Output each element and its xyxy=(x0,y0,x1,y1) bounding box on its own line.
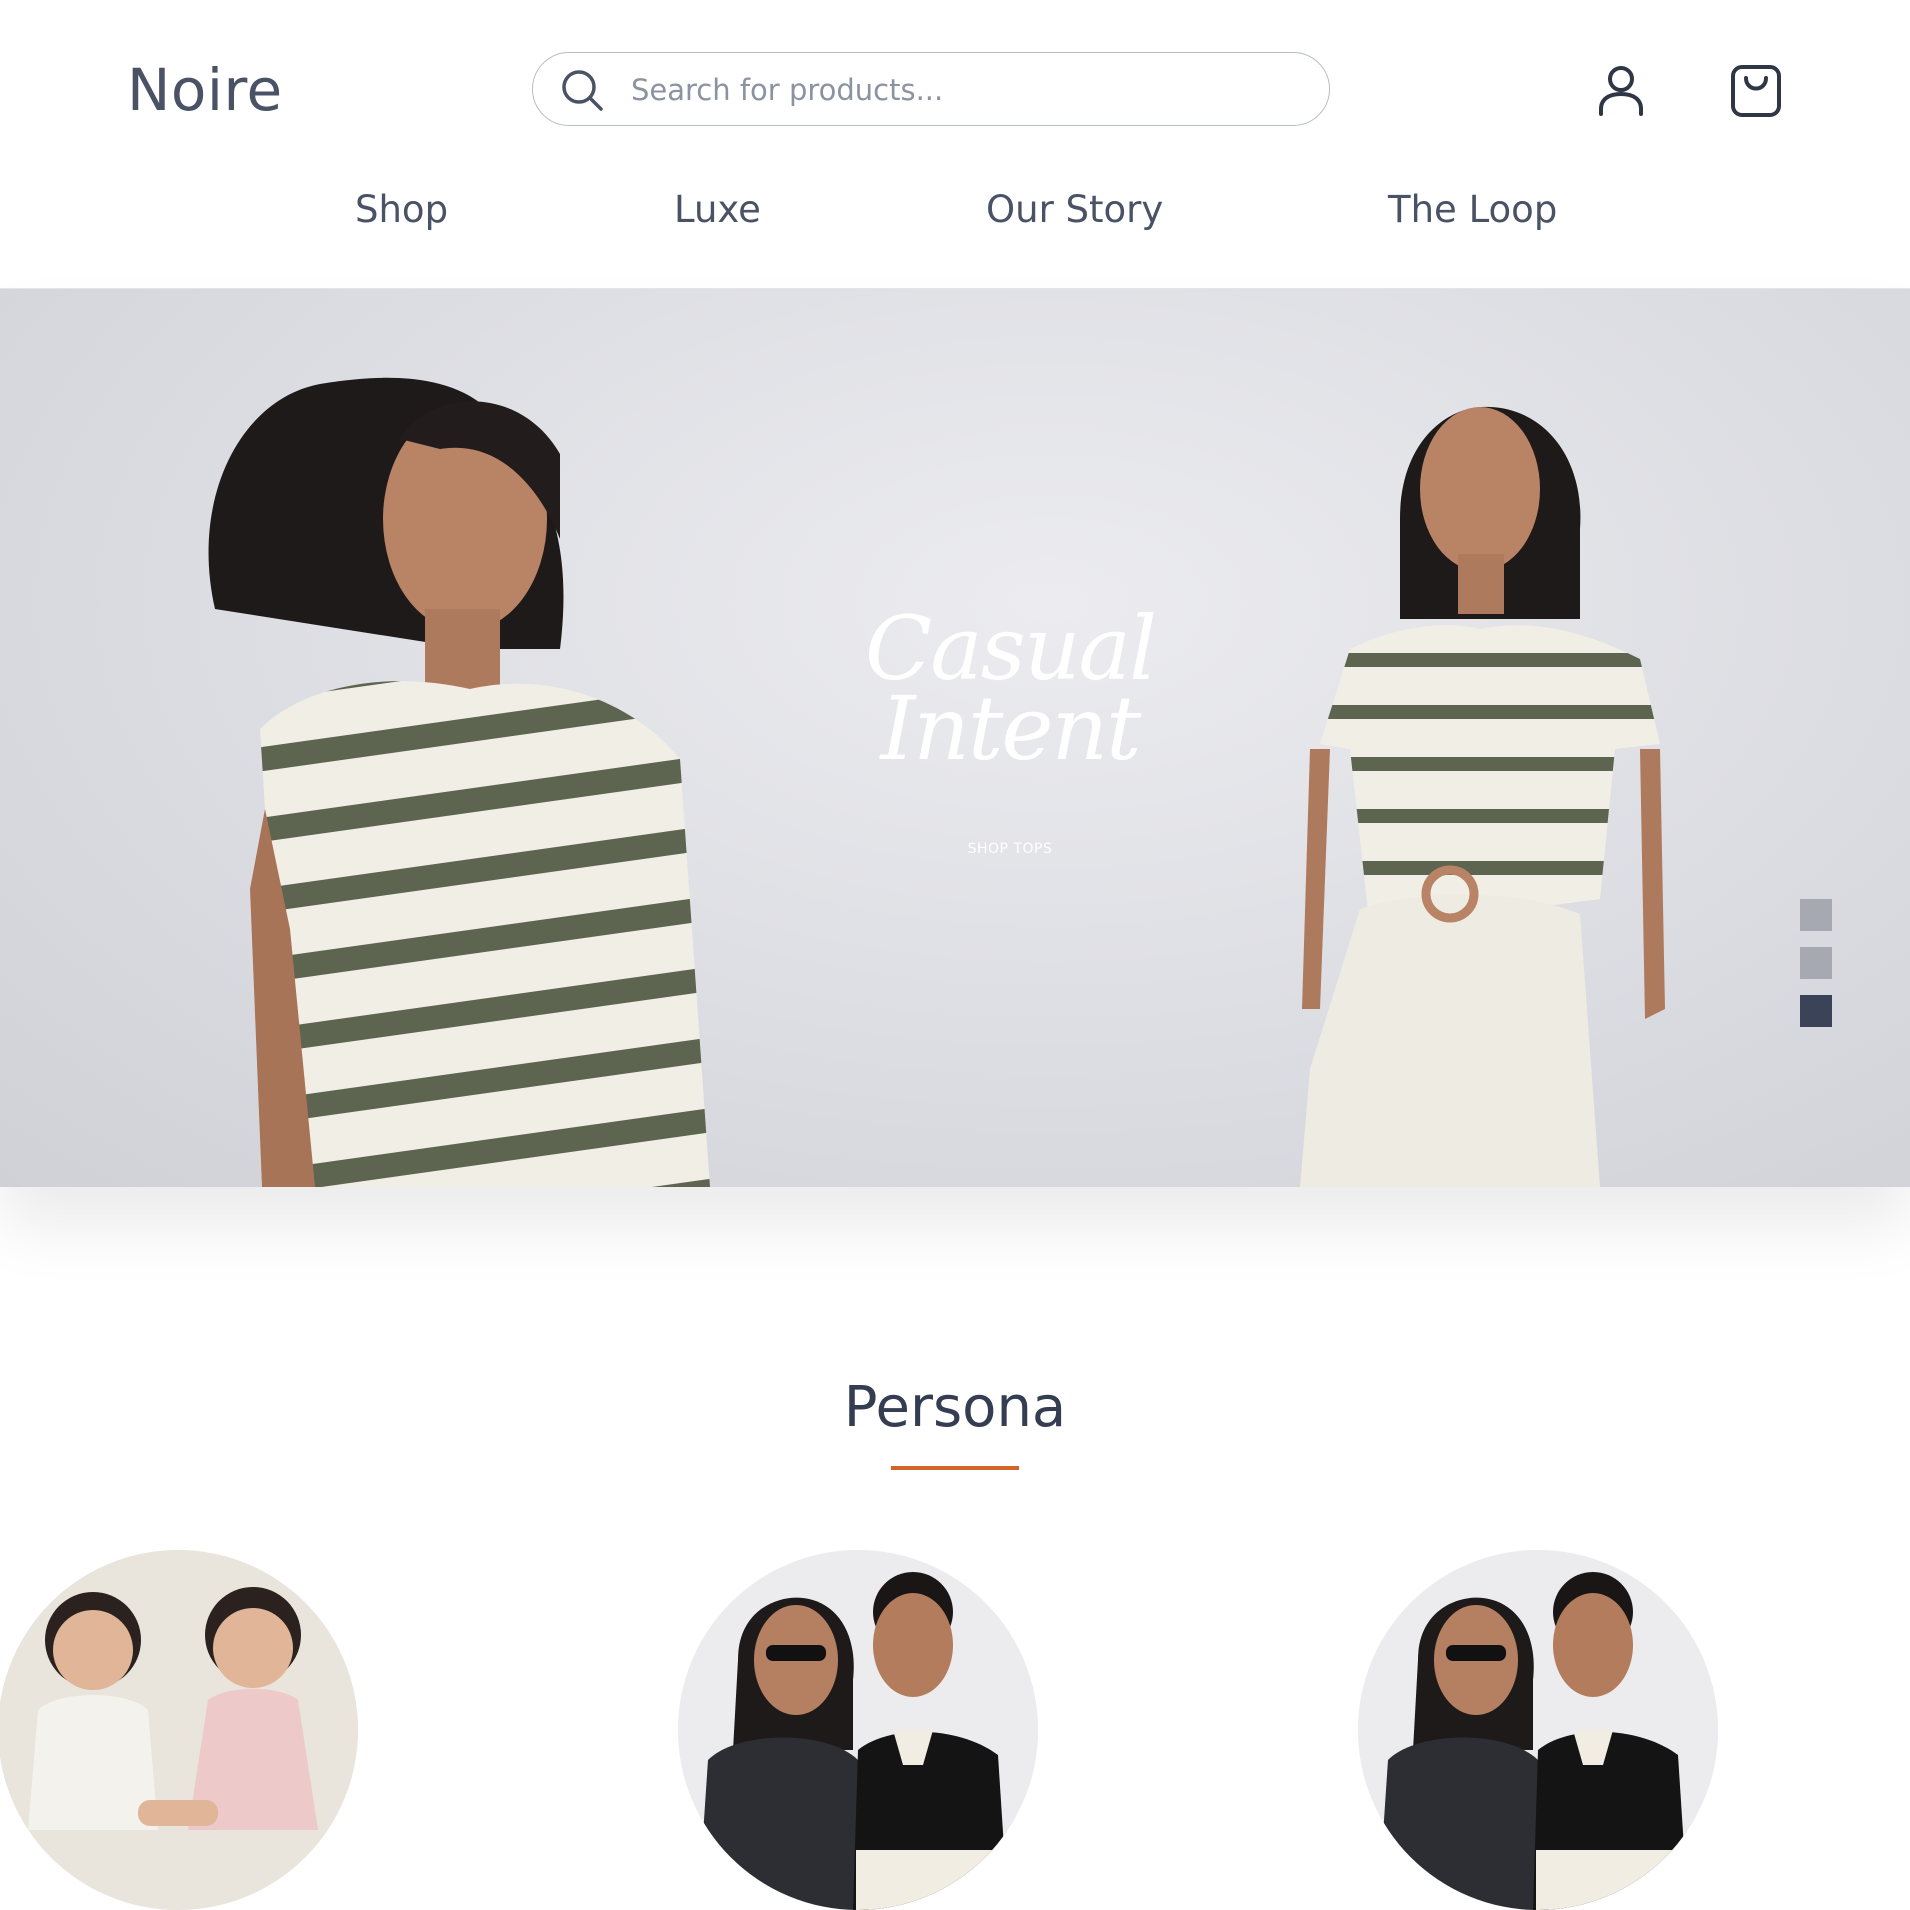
slide-dot-1[interactable] xyxy=(1800,899,1832,931)
hero-title: Casual Intent xyxy=(810,605,1210,780)
search-icon[interactable] xyxy=(559,67,605,113)
nav-shop[interactable]: Shop xyxy=(355,188,448,231)
brand-logo[interactable]: Noire xyxy=(127,52,283,128)
search-bar[interactable] xyxy=(532,52,1330,126)
persona-card-couple-2[interactable] xyxy=(1358,1550,1718,1910)
search-input[interactable] xyxy=(629,59,1313,121)
persona-kids-image xyxy=(0,1550,358,1910)
persona-couple-image xyxy=(1358,1550,1718,1910)
nav-the-loop[interactable]: The Loop xyxy=(1388,188,1557,231)
account-button[interactable] xyxy=(1588,58,1654,124)
user-icon xyxy=(1599,66,1643,116)
persona-card-couple-1[interactable] xyxy=(678,1550,1038,1910)
shopping-bag-icon xyxy=(1731,65,1781,117)
nav-luxe[interactable]: Luxe xyxy=(674,188,761,231)
nav-our-story[interactable]: Our Story xyxy=(986,188,1163,231)
shop-tops-link[interactable]: SHOP TOPS xyxy=(900,841,1120,857)
slide-dot-2[interactable] xyxy=(1800,947,1832,979)
persona-card-kids[interactable] xyxy=(0,1550,358,1910)
site-header: Noire Shop Luxe Our Story The Loop xyxy=(0,0,1910,289)
heading-underline xyxy=(891,1466,1019,1470)
slide-dot-3-active[interactable] xyxy=(1800,995,1832,1027)
main-nav: Shop Luxe Our Story The Loop xyxy=(0,180,1910,248)
persona-couple-image xyxy=(678,1550,1038,1910)
hero-title-line2: Intent xyxy=(880,677,1142,780)
cart-button[interactable] xyxy=(1723,58,1789,124)
persona-heading: Persona xyxy=(843,1375,1067,1440)
hero-banner[interactable]: Casual Intent SHOP TOPS xyxy=(0,289,1910,1187)
slide-indicators xyxy=(1800,899,1832,1043)
